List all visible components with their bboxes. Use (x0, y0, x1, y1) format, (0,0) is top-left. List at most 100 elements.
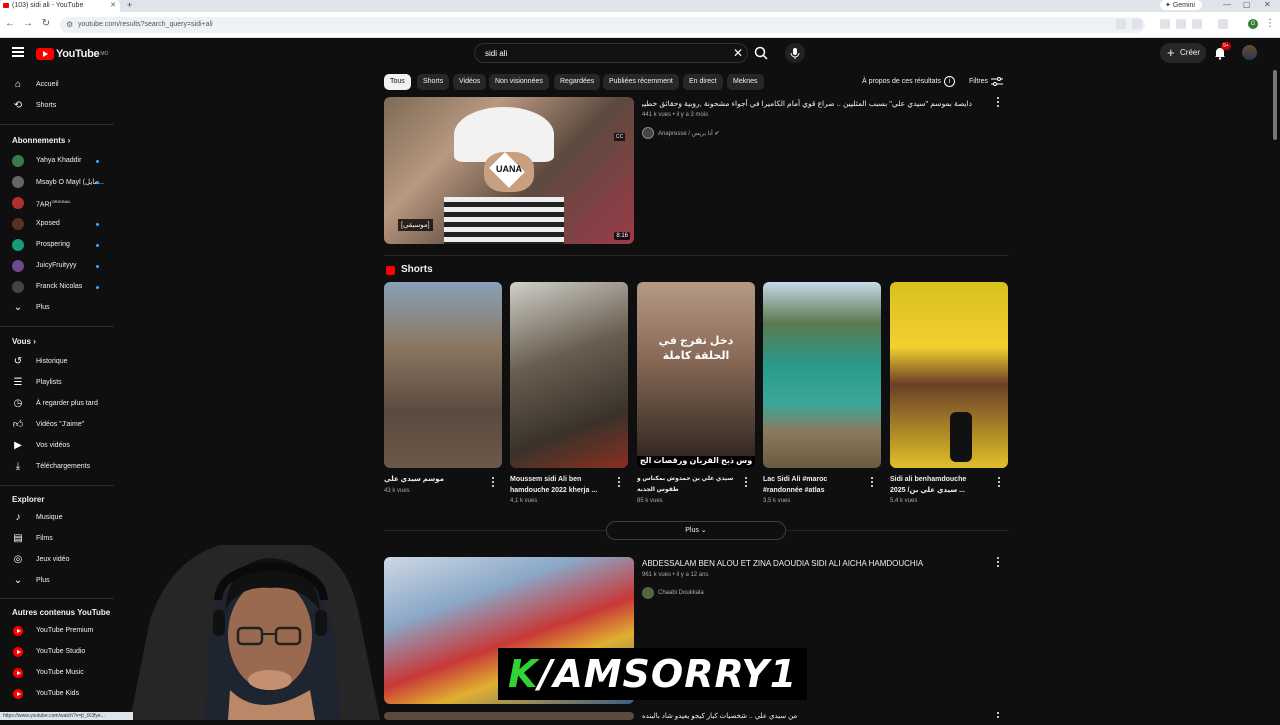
voice-search-button[interactable] (785, 43, 805, 63)
chip-videos[interactable]: Vidéos (453, 74, 487, 90)
sidebar-sub-item[interactable]: JuicyFruityyy (0, 256, 116, 276)
more-options-icon[interactable] (995, 97, 1001, 109)
short-views: 5,4 k vues (890, 498, 918, 504)
short-thumbnail[interactable] (384, 282, 502, 468)
back-icon[interactable]: ← (4, 18, 16, 29)
you-heading[interactable]: Vous › (12, 337, 36, 346)
short-title[interactable]: Moussem sidi Ali ben (510, 474, 581, 485)
page-scrollbar[interactable] (1272, 70, 1278, 720)
new-tab-button[interactable]: + (127, 0, 132, 10)
short-thumbnail[interactable]: دخل تفرج في الحلقة كاملة وس ذبح القربان … (637, 282, 755, 468)
extensions-puzzle-icon[interactable] (1192, 19, 1202, 29)
notifications-button[interactable]: 9+ (1213, 42, 1231, 60)
channel-avatar[interactable] (642, 127, 654, 139)
sidebar-item-explore-more[interactable]: ⌄ Plus (0, 571, 116, 591)
account-avatar[interactable] (1242, 45, 1257, 60)
clear-search-icon[interactable]: ✕ (733, 46, 743, 60)
sidebar-sub-item[interactable]: Msayb O Mayl (مايل... (0, 172, 116, 192)
video-title[interactable]: ABDESSALAM BEN ALOU ET ZINA DAOUDIA SIDI… (642, 559, 923, 568)
sidebar-item-watch-later[interactable]: ◷ À regarder plus tard (0, 394, 116, 414)
reload-icon[interactable]: ↻ (40, 18, 52, 29)
sidebar-item-music[interactable]: ♪ Musique (0, 508, 116, 528)
sidebar-item-history[interactable]: ↺ Historique (0, 352, 116, 372)
video-thumbnail[interactable] (384, 712, 634, 720)
youtube-logo[interactable]: YouTube MO (36, 47, 108, 61)
minimize-button[interactable]: — (1223, 0, 1231, 9)
chip-recent[interactable]: Publiées récemment (603, 74, 679, 90)
more-options-icon[interactable] (616, 477, 622, 489)
site-info-icon[interactable]: ⚙ (66, 20, 73, 29)
show-more-shorts-button[interactable]: Plus ⌄ (606, 521, 786, 540)
extension-icon[interactable] (1176, 19, 1186, 29)
more-options-icon[interactable] (869, 477, 875, 489)
browser-profile-avatar[interactable]: G (1248, 19, 1258, 29)
forward-icon[interactable]: → (22, 18, 34, 29)
close-window-button[interactable]: ✕ (1264, 0, 1271, 9)
search-button[interactable] (750, 43, 772, 63)
scrollbar-thumb[interactable] (1273, 70, 1277, 140)
channel-name[interactable]: Chaabi Doukkala (658, 590, 704, 596)
sidebar-item-kids[interactable]: YouTube Kids (0, 684, 116, 704)
short-title[interactable]: Sidi ali benhamdouche (890, 474, 966, 485)
sidebar-item-studio[interactable]: YouTube Studio (0, 642, 116, 662)
short-title[interactable]: Lac Sidi Ali #maroc (763, 474, 827, 485)
side-panel-icon[interactable] (1218, 19, 1228, 29)
channel-avatar[interactable] (642, 587, 654, 599)
video-title[interactable]: دايصة بموسم "سيدي علي" بسبب المثليين .. … (642, 99, 972, 108)
subscriptions-heading[interactable]: Abonnements › (12, 136, 70, 145)
sidebar-item-more-subs[interactable]: ⌄ Plus (0, 298, 116, 318)
chip-unwatched[interactable]: Non visionnées (489, 74, 549, 90)
sidebar-sub-item[interactable]: Franck Nicolas (0, 277, 116, 297)
search-input[interactable] (485, 47, 725, 60)
menu-hamburger-icon[interactable] (12, 47, 24, 57)
menu-dots-icon[interactable]: ⋮ (1264, 18, 1276, 29)
info-icon[interactable]: i (944, 76, 955, 87)
sidebar-item-home[interactable]: ⌂ Accueil (0, 75, 116, 95)
sidebar-sub-item[interactable]: Yahya Khaddir (0, 151, 116, 171)
chip-shorts[interactable]: Shorts (417, 74, 450, 90)
more-options-icon[interactable] (995, 712, 1001, 720)
more-options-icon[interactable] (490, 477, 496, 489)
sidebar-item-playlists[interactable]: ☰ Playlists (0, 373, 116, 393)
short-title[interactable]: سيدي علي بن حمدوش بمكناس و (637, 474, 733, 485)
sidebar-item-premium[interactable]: YouTube Premium (0, 621, 116, 641)
short-title[interactable]: موسم سيدي علي (384, 474, 444, 485)
sidebar-item-films[interactable]: ▤ Films (0, 529, 116, 549)
sidebar-sub-item[interactable]: 7ARIORIGINAL (0, 193, 116, 213)
sidebar-sub-item[interactable]: Prospering (0, 235, 116, 255)
chip-all[interactable]: Tous (384, 74, 411, 90)
filter-sliders-icon[interactable] (991, 77, 1003, 87)
gemini-button[interactable]: ✦ Gemini (1160, 0, 1202, 10)
chip-live[interactable]: En direct (683, 74, 723, 90)
create-button[interactable]: + Créer (1160, 43, 1206, 63)
sidebar-item-downloads[interactable]: ⤓ Téléchargements (0, 457, 116, 477)
maximize-button[interactable]: ▢ (1243, 0, 1251, 9)
short-thumbnail[interactable] (510, 282, 628, 468)
chip-watched[interactable]: Regardées (554, 74, 601, 90)
video-thumbnail[interactable]: UANA [موسيقى] CC 8:16 (384, 97, 634, 244)
sidebar-item-shorts[interactable]: ⟲ Shorts (0, 96, 116, 116)
more-options-icon[interactable] (743, 477, 749, 489)
close-tab-icon[interactable]: ✕ (110, 1, 116, 9)
bookmark-star-icon[interactable] (1132, 19, 1142, 29)
about-results-label[interactable]: À propos de ces résultats (862, 78, 941, 85)
address-bar[interactable]: ⚙ youtube.com/results?search_query=sidi+… (60, 17, 1145, 33)
more-options-icon[interactable] (995, 557, 1001, 569)
channel-name[interactable]: Anapresse / أنا بريس ✔ (658, 130, 720, 137)
install-icon[interactable] (1116, 19, 1126, 29)
video-title[interactable]: من سيدي علي .. شخصيات كبار كيجو يعيدو شا… (642, 712, 797, 720)
short-banner-text: وس ذبح القربان ورقصات الج (637, 456, 755, 468)
more-options-icon[interactable] (996, 477, 1002, 489)
sidebar-item-your-videos[interactable]: ▶ Vos vidéos (0, 436, 116, 456)
filters-button[interactable]: Filtres (969, 78, 988, 85)
short-thumbnail[interactable] (890, 282, 1008, 468)
sidebar-sub-item[interactable]: Xposed (0, 214, 116, 234)
short-thumbnail[interactable] (763, 282, 881, 468)
chip-meknes[interactable]: Meknes (727, 74, 764, 90)
sidebar-item-music-app[interactable]: YouTube Music (0, 663, 116, 683)
sidebar-item-gaming[interactable]: ◎ Jeux vidéo (0, 550, 116, 570)
sidebar-item-liked[interactable]: 👍︎ Vidéos "J'aime" (0, 415, 116, 435)
browser-tab[interactable]: (103) sidi ali - YouTube ✕ (0, 0, 120, 12)
extension-icon[interactable] (1160, 19, 1170, 29)
channel-avatar (12, 239, 24, 251)
